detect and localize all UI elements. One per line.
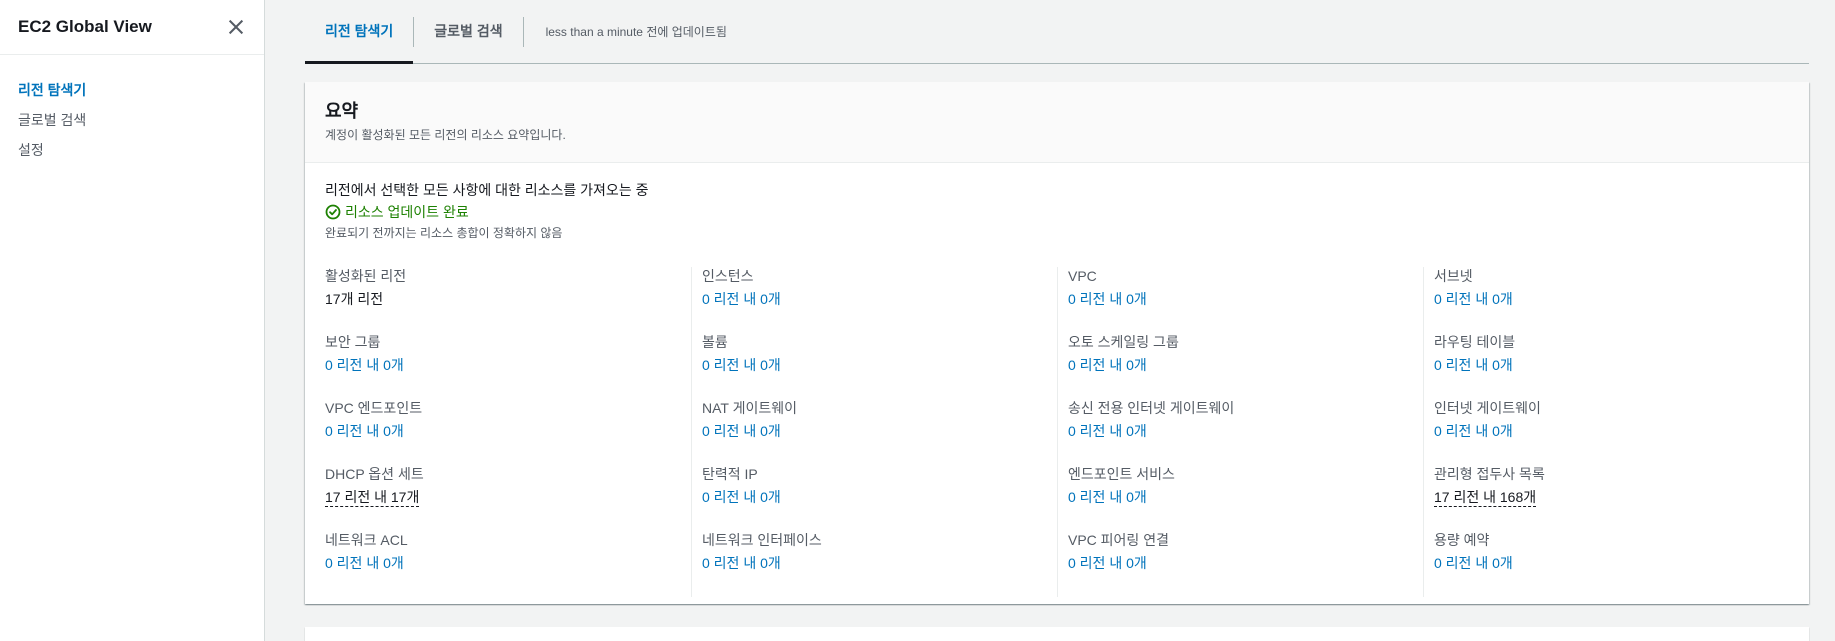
resource-vpcs: VPC 0 리전 내 0개: [1068, 267, 1423, 333]
resource-internet-gateways: 인터넷 게이트웨이 0 리전 내 0개: [1434, 399, 1789, 465]
resource-value-popover[interactable]: 17 리전 내 168개: [1434, 488, 1537, 507]
summary-description: 계정이 활성화된 모든 리전의 리소스 요약입니다.: [325, 128, 566, 142]
last-updated-text: less than a minute 전에 업데이트됨: [545, 24, 727, 39]
resource-network-acls: 네트워크 ACL 0 리전 내 0개: [325, 531, 691, 597]
resource-label: 오토 스케일링 그룹: [1068, 334, 1179, 350]
tab-global-search[interactable]: 글로벌 검색: [414, 0, 522, 63]
resource-label: 용량 예약: [1434, 532, 1490, 548]
resource-label: DHCP 옵션 세트: [325, 466, 424, 482]
close-icon[interactable]: [226, 17, 246, 37]
resource-column: VPC 0 리전 내 0개 오토 스케일링 그룹 0 리전 내 0개 송신 전용…: [1057, 267, 1423, 597]
loading-status: 리전에서 선택한 모든 사항에 대한 리소스를 가져오는 중: [325, 182, 649, 198]
resource-value-link[interactable]: 0 리전 내 0개: [702, 422, 781, 440]
resource-label: VPC 피어링 연결: [1068, 532, 1169, 548]
sidebar-title: EC2 Global View: [18, 17, 152, 36]
resource-value-link[interactable]: 0 리전 내 0개: [1434, 554, 1513, 572]
resource-route-tables: 라우팅 테이블 0 리전 내 0개: [1434, 333, 1789, 399]
resource-label: 관리형 접두사 목록: [1434, 466, 1545, 482]
resource-value-link[interactable]: 0 리전 내 0개: [702, 488, 781, 506]
resource-label: 활성화된 리전: [325, 268, 407, 284]
resource-value-link[interactable]: 0 리전 내 0개: [1068, 290, 1147, 308]
resource-value-link[interactable]: 0 리전 내 0개: [1068, 488, 1147, 506]
resource-label: 네트워크 ACL: [325, 532, 408, 548]
resource-column: 인스턴스 0 리전 내 0개 볼륨 0 리전 내 0개 NAT 게이트웨이 0 …: [691, 267, 1057, 597]
resource-value-link[interactable]: 0 리전 내 0개: [1068, 356, 1147, 374]
resource-label: 송신 전용 인터넷 게이트웨이: [1068, 400, 1235, 416]
next-panel-edge: [305, 627, 1809, 641]
resource-egress-only-igws: 송신 전용 인터넷 게이트웨이 0 리전 내 0개: [1068, 399, 1423, 465]
resource-nat-gateways: NAT 게이트웨이 0 리전 내 0개: [702, 399, 1057, 465]
resource-value-link[interactable]: 0 리전 내 0개: [1434, 356, 1513, 374]
resource-grid: 활성화된 리전 17개 리전 보안 그룹 0 리전 내 0개 VPC 엔드포인트…: [325, 267, 1789, 597]
resource-value-link[interactable]: 0 리전 내 0개: [702, 290, 781, 308]
resource-value: 17개 리전: [325, 291, 384, 307]
resource-managed-prefix-lists: 관리형 접두사 목록 17 리전 내 168개: [1434, 465, 1789, 531]
resource-value-link[interactable]: 0 리전 내 0개: [1068, 554, 1147, 572]
side-nav-list: 리전 탐색기 글로벌 검색 설정: [0, 55, 264, 165]
sidebar-header: EC2 Global View: [0, 0, 264, 55]
resource-label: 네트워크 인터페이스: [702, 532, 822, 548]
resource-volumes: 볼륨 0 리전 내 0개: [702, 333, 1057, 399]
tab-bar: 리전 탐색기 글로벌 검색 less than a minute 전에 업데이트…: [305, 0, 1809, 64]
resource-value-link[interactable]: 0 리전 내 0개: [1434, 290, 1513, 308]
resource-label: 인터넷 게이트웨이: [1434, 400, 1541, 416]
resource-value-popover[interactable]: 17 리전 내 17개: [325, 488, 420, 507]
resource-value-link[interactable]: 0 리전 내 0개: [1068, 422, 1147, 440]
resource-label: 인스턴스: [702, 268, 754, 284]
resource-label: NAT 게이트웨이: [702, 400, 797, 416]
summary-panel: 요약 계정이 활성화된 모든 리전의 리소스 요약입니다. 리전에서 선택한 모…: [305, 82, 1809, 604]
summary-body: 리전에서 선택한 모든 사항에 대한 리소스를 가져오는 중 리소스 업데이트 …: [305, 163, 1809, 597]
summary-header: 요약 계정이 활성화된 모든 리전의 리소스 요약입니다.: [305, 82, 1809, 163]
resource-security-groups: 보안 그룹 0 리전 내 0개: [325, 333, 691, 399]
resource-elastic-ips: 탄력적 IP 0 리전 내 0개: [702, 465, 1057, 531]
accuracy-note: 완료되기 전까지는 리소스 총합이 정확하지 않음: [325, 226, 563, 240]
resource-label: 탄력적 IP: [702, 466, 758, 482]
resource-network-interfaces: 네트워크 인터페이스 0 리전 내 0개: [702, 531, 1057, 597]
resource-label: VPC: [1068, 268, 1097, 284]
resource-enabled-regions: 활성화된 리전 17개 리전: [325, 267, 691, 333]
resource-label: 서브넷: [1434, 268, 1473, 284]
resource-label: 보안 그룹: [325, 334, 381, 350]
sidebar-item-global-search[interactable]: 글로벌 검색: [0, 105, 264, 135]
main-content: 리전 탐색기 글로벌 검색 less than a minute 전에 업데이트…: [305, 0, 1809, 641]
resource-label: 라우팅 테이블: [1434, 334, 1516, 350]
resource-value-link[interactable]: 0 리전 내 0개: [325, 554, 404, 572]
resource-value-link[interactable]: 0 리전 내 0개: [325, 422, 404, 440]
resource-label: 볼륨: [702, 334, 728, 350]
resource-vpc-peering: VPC 피어링 연결 0 리전 내 0개: [1068, 531, 1423, 597]
resource-column: 서브넷 0 리전 내 0개 라우팅 테이블 0 리전 내 0개 인터넷 게이트웨…: [1423, 267, 1789, 597]
resource-capacity-reservations: 용량 예약 0 리전 내 0개: [1434, 531, 1789, 597]
sidebar-item-settings[interactable]: 설정: [0, 135, 264, 165]
resource-label: 엔드포인트 서비스: [1068, 466, 1175, 482]
resource-column: 활성화된 리전 17개 리전 보안 그룹 0 리전 내 0개 VPC 엔드포인트…: [325, 267, 691, 597]
tab-region-explorer[interactable]: 리전 탐색기: [305, 0, 414, 64]
resource-value-link[interactable]: 0 리전 내 0개: [325, 356, 404, 374]
success-text: 리소스 업데이트 완료: [345, 204, 469, 220]
resource-dhcp-option-sets: DHCP 옵션 세트 17 리전 내 17개: [325, 465, 691, 531]
sidebar-item-region-explorer[interactable]: 리전 탐색기: [0, 75, 264, 105]
resource-label: VPC 엔드포인트: [325, 400, 423, 416]
summary-title: 요약: [325, 101, 359, 121]
resource-auto-scaling-groups: 오토 스케일링 그룹 0 리전 내 0개: [1068, 333, 1423, 399]
resource-value-link[interactable]: 0 리전 내 0개: [702, 356, 781, 374]
resource-endpoint-services: 엔드포인트 서비스 0 리전 내 0개: [1068, 465, 1423, 531]
check-circle-icon: [325, 204, 341, 220]
resource-value-link[interactable]: 0 리전 내 0개: [1434, 422, 1513, 440]
resource-vpc-endpoints: VPC 엔드포인트 0 리전 내 0개: [325, 399, 691, 465]
resource-instances: 인스턴스 0 리전 내 0개: [702, 267, 1057, 333]
side-navigation: EC2 Global View 리전 탐색기 글로벌 검색 설정: [0, 0, 265, 641]
resource-subnets: 서브넷 0 리전 내 0개: [1434, 267, 1789, 333]
resource-value-link[interactable]: 0 리전 내 0개: [702, 554, 781, 572]
success-status: 리소스 업데이트 완료: [325, 203, 1789, 221]
